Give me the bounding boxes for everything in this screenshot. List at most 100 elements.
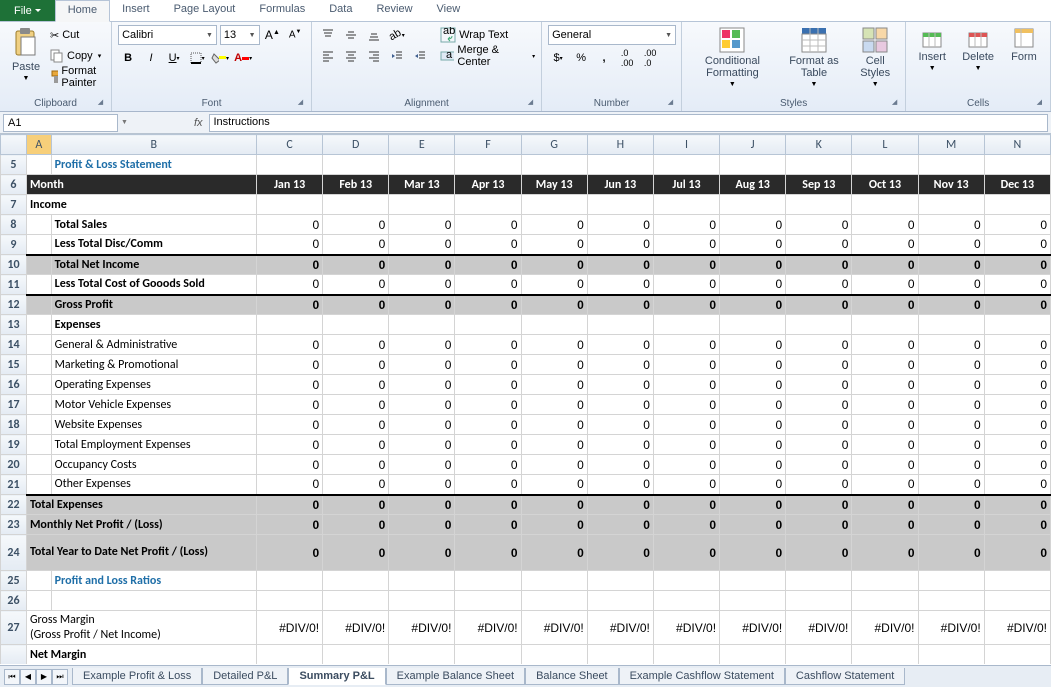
cell[interactable]: 0 <box>256 415 322 435</box>
cell[interactable]: 0 <box>389 335 455 355</box>
cell[interactable]: 0 <box>389 355 455 375</box>
cell[interactable]: Expenses <box>51 315 256 335</box>
cell[interactable]: 0 <box>720 495 786 515</box>
cell[interactable]: 0 <box>521 235 587 255</box>
cell[interactable]: 0 <box>786 355 852 375</box>
cell[interactable]: 0 <box>984 415 1050 435</box>
col-header[interactable]: G <box>521 135 587 155</box>
cell[interactable]: 0 <box>587 295 653 315</box>
insert-cells-button[interactable]: Insert▼ <box>912 25 952 74</box>
cell[interactable]: 0 <box>323 255 389 275</box>
row-header[interactable]: 5 <box>1 155 27 175</box>
select-all-corner[interactable] <box>1 135 27 155</box>
cell[interactable]: 0 <box>323 215 389 235</box>
cell[interactable]: 0 <box>852 375 918 395</box>
col-header[interactable]: J <box>720 135 786 155</box>
cell[interactable] <box>26 571 51 591</box>
cell[interactable] <box>852 155 918 175</box>
cell[interactable]: 0 <box>852 275 918 295</box>
currency-button[interactable]: $▾ <box>548 48 568 68</box>
font-name-combo[interactable]: Calibri▼ <box>118 25 217 45</box>
cell[interactable]: 0 <box>587 275 653 295</box>
cell[interactable]: 0 <box>653 515 719 535</box>
cell[interactable]: 0 <box>852 235 918 255</box>
cell[interactable]: 0 <box>653 455 719 475</box>
underline-button[interactable]: U▾ <box>164 48 184 68</box>
sheet-nav-prev[interactable]: ◀ <box>20 669 36 685</box>
row-header[interactable]: 19 <box>1 435 27 455</box>
cell[interactable] <box>26 315 51 335</box>
cell[interactable] <box>455 645 521 665</box>
cell[interactable]: 0 <box>389 295 455 315</box>
cell[interactable]: 0 <box>918 415 984 435</box>
sheet-nav-first[interactable]: ⏮ <box>4 669 20 685</box>
cell[interactable] <box>26 215 51 235</box>
cell[interactable] <box>653 571 719 591</box>
cell[interactable] <box>455 571 521 591</box>
col-header[interactable]: K <box>786 135 852 155</box>
cell[interactable]: 0 <box>256 295 322 315</box>
row-header[interactable]: 26 <box>1 591 27 611</box>
cut-button[interactable]: ✂Cut <box>50 25 105 45</box>
cell[interactable]: #DIV/0! <box>984 611 1050 645</box>
cell[interactable]: 0 <box>786 335 852 355</box>
cell[interactable]: 0 <box>984 375 1050 395</box>
cell[interactable] <box>256 195 322 215</box>
cell[interactable]: 0 <box>852 355 918 375</box>
cell[interactable] <box>26 395 51 415</box>
cell[interactable]: 0 <box>720 295 786 315</box>
cell[interactable]: #DIV/0! <box>256 611 322 645</box>
cell[interactable]: 0 <box>720 515 786 535</box>
cell[interactable]: 0 <box>521 255 587 275</box>
percent-button[interactable]: % <box>571 48 591 68</box>
delete-cells-button[interactable]: Delete▼ <box>956 25 1000 74</box>
cell[interactable]: 0 <box>984 455 1050 475</box>
cell[interactable] <box>653 195 719 215</box>
cell[interactable]: 0 <box>984 435 1050 455</box>
cell[interactable] <box>389 315 455 335</box>
col-header[interactable]: B <box>51 135 256 155</box>
inc-decimal-button[interactable]: .0.00 <box>617 48 637 68</box>
align-top-button[interactable] <box>318 25 338 45</box>
cell[interactable] <box>852 571 918 591</box>
cell[interactable]: #DIV/0! <box>786 611 852 645</box>
cell[interactable]: 0 <box>653 295 719 315</box>
cell[interactable] <box>587 315 653 335</box>
cell[interactable] <box>587 195 653 215</box>
row-header[interactable]: 12 <box>1 295 27 315</box>
cell[interactable] <box>587 591 653 611</box>
cell[interactable] <box>26 235 51 255</box>
cell[interactable]: 0 <box>918 535 984 571</box>
cell[interactable] <box>455 315 521 335</box>
cell[interactable]: 0 <box>852 495 918 515</box>
cell[interactable] <box>653 315 719 335</box>
merge-center-button[interactable]: aMerge & Center▾ <box>440 46 535 66</box>
cell[interactable]: 0 <box>455 395 521 415</box>
cell[interactable] <box>51 591 256 611</box>
cell[interactable]: 0 <box>786 455 852 475</box>
cell[interactable]: 0 <box>918 335 984 355</box>
col-header[interactable]: F <box>455 135 521 155</box>
cell[interactable]: 0 <box>256 495 322 515</box>
cell[interactable]: Occupancy Costs <box>51 455 256 475</box>
cell[interactable]: 0 <box>389 235 455 255</box>
cell[interactable] <box>587 155 653 175</box>
cell[interactable]: Gross Profit <box>51 295 256 315</box>
cell[interactable] <box>389 591 455 611</box>
cell[interactable]: 0 <box>455 295 521 315</box>
cell[interactable]: 0 <box>918 455 984 475</box>
row-header[interactable]: 8 <box>1 215 27 235</box>
row-header[interactable]: 25 <box>1 571 27 591</box>
cell[interactable]: Sep 13 <box>786 175 852 195</box>
cell[interactable]: 0 <box>521 495 587 515</box>
ribbon-tab-view[interactable]: View <box>425 0 473 21</box>
cell[interactable]: 0 <box>389 395 455 415</box>
cell[interactable]: Net Margin <box>26 645 256 665</box>
cell[interactable]: 0 <box>521 335 587 355</box>
cell[interactable] <box>521 645 587 665</box>
cell[interactable]: 0 <box>323 275 389 295</box>
cell[interactable]: 0 <box>984 475 1050 495</box>
file-tab[interactable]: File <box>0 0 55 21</box>
cell[interactable]: 0 <box>984 215 1050 235</box>
cell[interactable]: 0 <box>786 495 852 515</box>
